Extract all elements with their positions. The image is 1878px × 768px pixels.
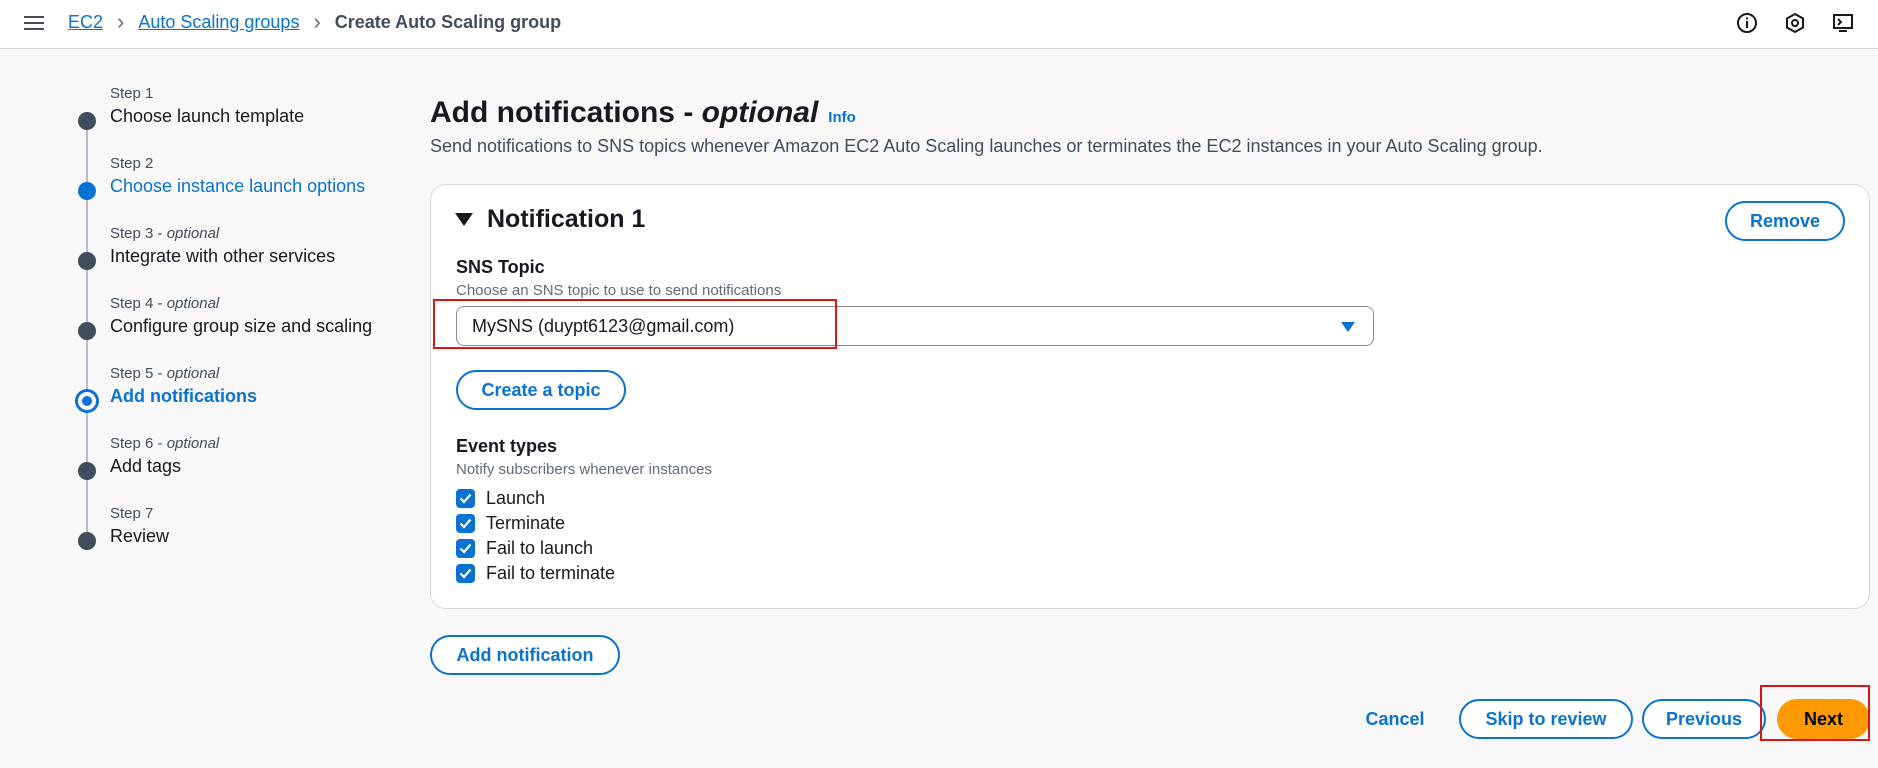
chevron-right-icon: ›	[117, 9, 125, 34]
step-5: Step 5 - optional Add notifications	[72, 364, 392, 434]
top-navigation-bar: EC2 › Auto Scaling groups › Create Auto …	[0, 0, 1878, 49]
menu-icon[interactable]	[22, 12, 46, 36]
checkbox-label: Terminate	[486, 513, 566, 533]
breadcrumb-ec2[interactable]: EC2	[68, 12, 103, 33]
event-fail-to-terminate[interactable]: Fail to terminate	[456, 561, 615, 586]
breadcrumb-auto-scaling-groups[interactable]: Auto Scaling groups	[138, 12, 299, 33]
highlight-box	[1760, 685, 1870, 741]
settings-hex-icon[interactable]	[1782, 10, 1808, 36]
sns-topic-label: SNS Topic	[456, 257, 545, 277]
step-status-dot	[78, 462, 96, 480]
breadcrumb: EC2 › Auto Scaling groups › Create Auto …	[68, 11, 561, 33]
sns-topic-description: Choose an SNS topic to use to send notif…	[456, 282, 782, 299]
step-status-dot	[78, 182, 96, 200]
breadcrumb-current: Create Auto Scaling group	[334, 11, 562, 32]
step-number: Step 1	[110, 85, 154, 102]
step-number: Step 3 - optional	[110, 225, 220, 242]
notification-title: Notification 1	[487, 205, 646, 233]
step-number: Step 4 - optional	[110, 295, 220, 312]
event-types-checkboxes: Launch Terminate Fail to launch Fail to …	[456, 486, 615, 586]
step-title[interactable]: Integrate with other services	[110, 244, 392, 268]
notification-card: Notification 1 Remove SNS Topic Choose a…	[430, 184, 1870, 609]
chevron-right-icon: ›	[313, 9, 321, 34]
checkbox-label: Launch	[486, 488, 546, 508]
step-title[interactable]: Configure group size and scaling	[110, 314, 392, 338]
checkbox-checked[interactable]	[456, 539, 475, 558]
page-description: Send notifications to SNS topics wheneve…	[430, 136, 1543, 156]
step-status-dot	[78, 322, 96, 340]
step-status-dot	[78, 112, 96, 130]
checkbox-label: Fail to launch	[486, 538, 594, 558]
step-2: Step 2 Choose instance launch options	[72, 154, 392, 224]
checkbox-checked[interactable]	[456, 564, 475, 583]
add-notification-button[interactable]: Add notification	[430, 635, 620, 675]
cancel-button[interactable]: Cancel	[1345, 699, 1445, 739]
create-topic-button[interactable]: Create a topic	[456, 370, 626, 410]
step-number: Step 2	[110, 155, 154, 172]
checkbox-label: Fail to terminate	[486, 563, 616, 583]
top-icons	[1734, 10, 1878, 36]
step-status-dot	[78, 532, 96, 550]
highlight-box	[433, 299, 837, 349]
checkbox-checked[interactable]	[456, 514, 475, 533]
event-fail-to-launch[interactable]: Fail to launch	[456, 536, 615, 561]
caret-down-icon	[1341, 322, 1355, 332]
step-number: Step 7	[110, 505, 154, 522]
info-link[interactable]: Info	[828, 109, 856, 126]
cloudshell-icon[interactable]	[1830, 10, 1856, 36]
step-status-dot	[78, 252, 96, 270]
caret-down-icon	[455, 213, 473, 226]
event-launch[interactable]: Launch	[456, 486, 615, 511]
event-terminate[interactable]: Terminate	[456, 511, 615, 536]
step-title[interactable]: Choose instance launch options	[110, 174, 392, 198]
step-title[interactable]: Review	[110, 524, 392, 548]
step-1: Step 1 Choose launch template	[72, 84, 392, 154]
checkbox-checked[interactable]	[456, 489, 475, 508]
page-header: Add notifications - optional Info Send n…	[430, 96, 1543, 157]
step-6: Step 6 - optional Add tags	[72, 434, 392, 504]
event-types-label: Event types	[456, 436, 558, 456]
step-title[interactable]: Choose launch template	[110, 104, 392, 128]
step-status-dot	[75, 389, 99, 413]
step-title: Add notifications	[110, 386, 257, 406]
remove-button[interactable]: Remove	[1725, 201, 1845, 241]
step-number: Step 6 - optional	[110, 435, 220, 452]
notification-expander[interactable]: Notification 1	[455, 205, 645, 234]
step-7: Step 7 Review	[72, 504, 392, 574]
step-number: Step 5 - optional	[110, 365, 220, 382]
step-3: Step 3 - optional Integrate with other s…	[72, 224, 392, 294]
page-title: Add notifications - optional	[430, 96, 819, 129]
step-title[interactable]: Add tags	[110, 454, 392, 478]
info-circle-icon[interactable]	[1734, 10, 1760, 36]
event-types-description: Notify subscribers whenever instances	[456, 461, 712, 478]
step-4: Step 4 - optional Configure group size a…	[72, 294, 392, 364]
wizard-steps: Step 1 Choose launch template Step 2 Cho…	[72, 84, 392, 574]
skip-to-review-button[interactable]: Skip to review	[1459, 699, 1633, 739]
previous-button[interactable]: Previous	[1642, 699, 1766, 739]
